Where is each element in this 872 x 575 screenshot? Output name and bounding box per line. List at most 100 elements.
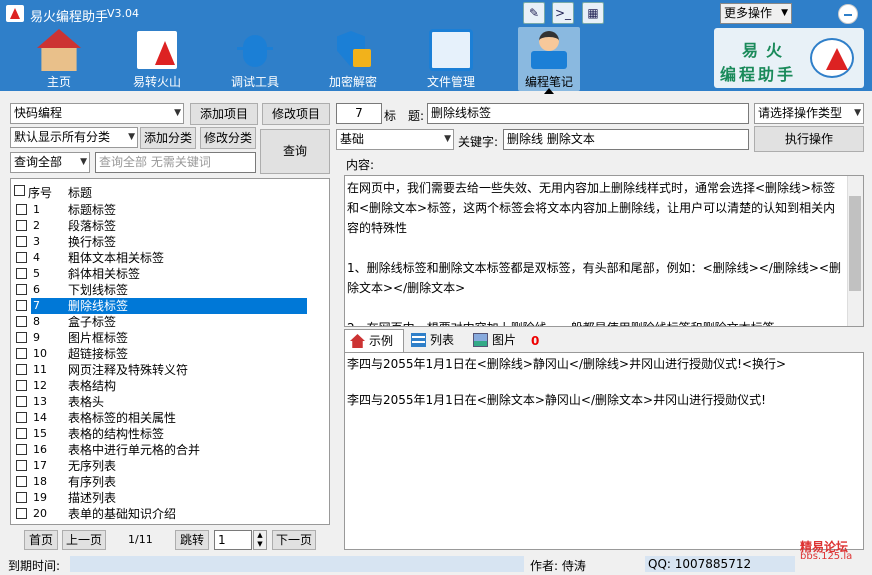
header-title: 标题 [68, 186, 93, 200]
row-checkbox[interactable] [16, 220, 27, 231]
minimize-button[interactable] [838, 4, 858, 24]
category-select[interactable]: 快码编程 ▼ [10, 103, 184, 124]
row-checkbox[interactable] [16, 444, 27, 455]
first-page-button[interactable]: 首页 [24, 530, 58, 550]
row-checkbox[interactable] [16, 396, 27, 407]
row-checkbox[interactable] [16, 268, 27, 279]
scrollbar-thumb[interactable] [849, 196, 861, 291]
row-checkbox[interactable] [16, 460, 27, 471]
list-item[interactable]: 17 无序列表 [11, 458, 329, 474]
level-select[interactable]: 基础 ▼ [336, 129, 454, 150]
row-number: 7 [33, 299, 40, 312]
list-item[interactable]: 8 盒子标签 [11, 314, 329, 330]
tool-volcano[interactable]: 易转火山 [126, 27, 188, 91]
list-item[interactable]: 13 表格头 [11, 394, 329, 410]
row-checkbox[interactable] [16, 348, 27, 359]
query-scope-value: 查询全部 [14, 155, 63, 169]
list-item[interactable]: 18 有序列表 [11, 474, 329, 490]
tool-encrypt[interactable]: 加密解密 [322, 27, 384, 91]
edit-icon[interactable]: ✎ [523, 2, 545, 24]
row-number: 6 [33, 283, 40, 296]
page-spinner[interactable]: ▲ ▼ [253, 530, 267, 550]
tool-notes[interactable]: 编程笔记 [518, 27, 580, 91]
list-item[interactable]: 12 表格结构 [11, 378, 329, 394]
list-item[interactable]: 1 标题标签 [11, 202, 329, 218]
content-textarea[interactable]: 在网页中，我们需要去给一些失效、无用内容加上删除线样式时，通常会选择<删除线>标… [344, 175, 864, 327]
note-id-field[interactable]: 7 [336, 103, 382, 124]
list-item[interactable]: 5 斜体相关标签 [11, 266, 329, 282]
list-item[interactable]: 7 删除线标签 [11, 298, 329, 314]
brand-panel: 易火 编程助手 [714, 28, 864, 88]
expire-label: 到期时间: [8, 559, 61, 573]
tool-label: 调试工具 [230, 75, 279, 89]
category-select-value: 快码编程 [14, 106, 63, 120]
prev-page-button[interactable]: 上一页 [62, 530, 106, 550]
list-item[interactable]: 2 段落标签 [11, 218, 329, 234]
list-item[interactable]: 3 换行标签 [11, 234, 329, 250]
tool-files[interactable]: 文件管理 [420, 27, 482, 91]
tool-home[interactable]: 主页 [28, 27, 90, 91]
chevron-down-icon: ▼ [444, 134, 451, 144]
chevron-down-icon: ▼ [128, 132, 135, 142]
list-item[interactable]: 11 网页注释及特殊转义符 [11, 362, 329, 378]
query-scope-select[interactable]: 查询全部 ▼ [10, 152, 90, 173]
row-checkbox[interactable] [16, 492, 27, 503]
app-logo-icon [6, 5, 24, 22]
query-input[interactable]: 查询全部 无需关键词 [95, 152, 256, 173]
calculator-icon[interactable]: ▦ [582, 2, 604, 24]
row-checkbox[interactable] [16, 236, 27, 247]
add-item-button[interactable]: 添加项目 [190, 103, 258, 125]
notes-list: 序号 标题 1 标题标签 2 段落标签 3 换行标签 4 粗体文本相关标签 5 斜体相关标签 6 下划… [10, 178, 330, 525]
row-checkbox[interactable] [16, 508, 27, 519]
list-item[interactable]: 15 表格的结构性标签 [11, 426, 329, 442]
keyword-input[interactable]: 删除线 删除文本 [503, 129, 749, 150]
terminal-icon[interactable]: >_ [552, 2, 574, 24]
list-item[interactable]: 10 超链接标签 [11, 346, 329, 362]
content-label: 内容: [346, 158, 375, 172]
query-button[interactable]: 查询 [260, 129, 330, 174]
list-item[interactable]: 6 下划线标签 [11, 282, 329, 298]
next-page-button[interactable]: 下一页 [272, 530, 316, 550]
row-checkbox[interactable] [16, 252, 27, 263]
row-checkbox[interactable] [16, 284, 27, 295]
app-title: 易火编程助手 [30, 10, 109, 25]
edit-category-button[interactable]: 修改分类 [200, 127, 256, 149]
list-item[interactable]: 14 表格标签的相关属性 [11, 410, 329, 426]
more-ops-dropdown[interactable]: 更多操作 ▼ [720, 3, 792, 24]
detail-tabs: 示例 列表 图片 [344, 329, 864, 352]
jump-page-input[interactable]: 1 [214, 530, 252, 550]
jump-button[interactable]: 跳转 [175, 530, 209, 550]
tab-image[interactable]: 图片 [468, 329, 528, 352]
content-scrollbar[interactable] [847, 176, 863, 326]
row-checkbox[interactable] [16, 412, 27, 423]
select-all-checkbox[interactable] [14, 185, 25, 196]
row-checkbox[interactable] [16, 332, 27, 343]
list-item[interactable]: 9 图片框标签 [11, 330, 329, 346]
execute-button[interactable]: 执行操作 [754, 126, 864, 152]
row-checkbox[interactable] [16, 364, 27, 375]
tab-example[interactable]: 示例 [344, 329, 404, 352]
list-item[interactable]: 20 表单的基础知识介绍 [11, 506, 329, 522]
row-checkbox[interactable] [16, 428, 27, 439]
tab-list[interactable]: 列表 [406, 329, 466, 352]
list-item[interactable]: 16 表格中进行单元格的合并 [11, 442, 329, 458]
row-checkbox[interactable] [16, 204, 27, 215]
title-input[interactable]: 删除线标签 [427, 103, 749, 124]
brand-line-2: 编程助手 [720, 65, 797, 84]
add-category-button[interactable]: 添加分类 [140, 127, 196, 149]
row-checkbox[interactable] [16, 380, 27, 391]
edit-item-button[interactable]: 修改项目 [262, 103, 330, 125]
tool-debug[interactable]: 调试工具 [224, 27, 286, 91]
list-item[interactable]: 19 描述列表 [11, 490, 329, 506]
list-item[interactable]: 4 粗体文本相关标签 [11, 250, 329, 266]
row-checkbox[interactable] [16, 476, 27, 487]
example-textarea[interactable]: 李四与2055年1月1日在<删除线>静冈山</删除线>井冈山进行授勋仪式!<换行… [344, 352, 864, 550]
row-title: 标题标签 [68, 203, 117, 217]
subcategory-select[interactable]: 默认显示所有分类 ▼ [10, 127, 138, 148]
operation-type-select[interactable]: 请选择操作类型 ▼ [754, 103, 864, 124]
row-checkbox[interactable] [16, 300, 27, 311]
status-bar: 到期时间: 作者: 侍涛 QQ: 1007885712 [0, 553, 872, 575]
shield-lock-icon [331, 29, 375, 71]
row-title: 描述列表 [68, 491, 117, 505]
row-checkbox[interactable] [16, 316, 27, 327]
